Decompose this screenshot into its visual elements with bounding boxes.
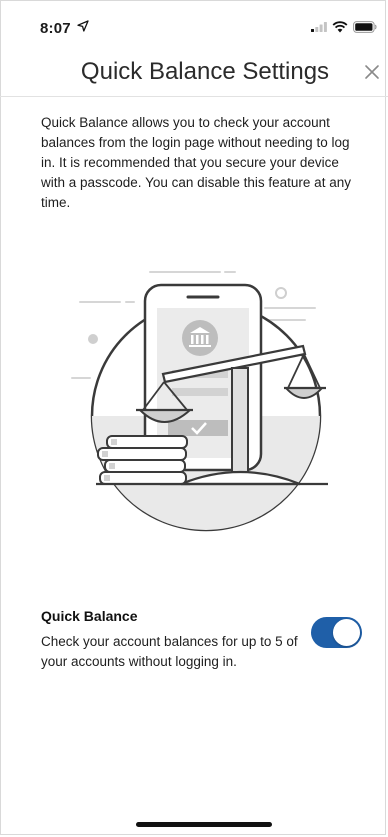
quick-balance-toggle[interactable] [311, 617, 362, 648]
intro-text: Quick Balance allows you to check your a… [41, 115, 351, 210]
page-title: Quick Balance Settings [80, 58, 330, 85]
quick-balance-description: Check your account balances for up to 5 … [41, 634, 298, 669]
phone-bank-scale-coins-illustration [71, 271, 328, 532]
quick-balance-title: Quick Balance [41, 608, 138, 624]
status-bar: 8:07 [0, 0, 388, 44]
toggle-knob [333, 619, 360, 646]
wifi-icon [332, 21, 348, 33]
close-icon[interactable] [362, 62, 382, 82]
location-arrow-icon [77, 20, 89, 32]
home-indicator[interactable] [136, 822, 272, 827]
header: Quick Balance Settings [0, 46, 388, 97]
status-time: 8:07 [40, 20, 71, 37]
signal-icon [311, 22, 327, 32]
battery-icon [353, 21, 377, 33]
